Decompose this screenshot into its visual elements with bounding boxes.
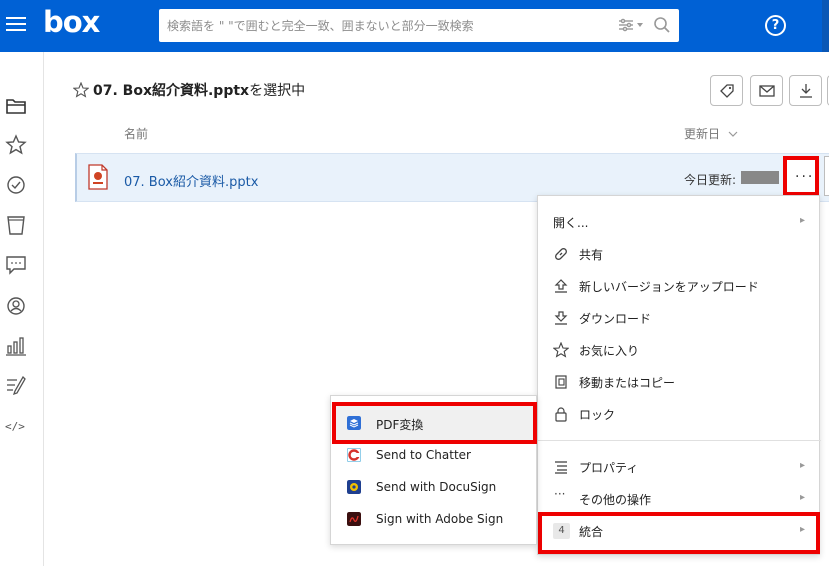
menu-item-open[interactable]: 開く... ▸: [538, 207, 821, 237]
submenu-item-label: PDF変換: [376, 418, 424, 432]
chevron-right-icon: ▸: [800, 215, 806, 226]
menu-item-upload-version[interactable]: 新しいバージョンをアップロード: [538, 271, 821, 301]
menu-item-label: 移動またはコピー: [579, 376, 676, 390]
menu-item-favorite[interactable]: お気に入り: [538, 335, 821, 365]
star-icon: [553, 342, 569, 358]
submenu-item-send-to-chatter[interactable]: Send to Chatter: [330, 440, 537, 470]
top-bar: box ?: [0, 0, 829, 52]
column-header-updated[interactable]: 更新日: [684, 125, 738, 142]
hamburger-menu-icon[interactable]: [6, 14, 26, 34]
search-icon[interactable]: [653, 16, 671, 34]
search-input[interactable]: [159, 9, 599, 42]
chevron-right-icon: ▸: [800, 492, 806, 503]
upload-icon: [554, 279, 568, 293]
chevron-down-icon: [728, 131, 738, 137]
docusign-icon: [347, 480, 361, 494]
redacted-date: [741, 171, 779, 184]
menu-item-properties[interactable]: プロパティ ▸: [538, 452, 821, 482]
submenu-item-label: Send to Chatter: [376, 448, 471, 462]
tag-icon: [720, 84, 734, 98]
more-options-button[interactable]: ···: [783, 156, 819, 196]
pdf-convert-icon: [347, 416, 361, 430]
email-button[interactable]: [750, 75, 783, 106]
menu-item-label: ロック: [579, 408, 616, 422]
ellipsis-icon: ···: [554, 487, 566, 501]
mail-icon: [759, 85, 775, 97]
user-circle-icon[interactable]: [5, 295, 27, 317]
notes-icon[interactable]: [5, 375, 27, 397]
download-icon: [800, 84, 812, 98]
download-button[interactable]: [789, 75, 822, 106]
download-icon: [554, 311, 568, 325]
tag-button[interactable]: [710, 75, 743, 106]
updated-label: 今日更新:: [684, 173, 737, 187]
favorite-star-icon[interactable]: [73, 82, 89, 98]
top-bar-edge: [822, 0, 829, 52]
folder-icon[interactable]: [5, 95, 27, 117]
pptx-file-icon: [88, 164, 108, 190]
chatter-icon: [347, 448, 361, 462]
trash-icon[interactable]: [5, 214, 27, 236]
selected-file-name: 07. Box紹介資料.pptx: [93, 83, 250, 99]
link-icon: [555, 248, 567, 260]
menu-divider: [538, 440, 821, 441]
menu-item-label: 新しいバージョンをアップロード: [579, 280, 759, 294]
menu-item-label: プロパティ: [579, 461, 639, 475]
selected-suffix: を選択中: [249, 83, 306, 99]
menu-item-move-copy[interactable]: 移動またはコピー: [538, 367, 821, 397]
menu-item-share[interactable]: 共有: [538, 239, 821, 269]
copy-icon: [555, 375, 567, 389]
row-edge-button[interactable]: [824, 156, 829, 196]
chat-icon[interactable]: [5, 254, 27, 276]
submenu-item-label: Sign with Adobe Sign: [376, 512, 504, 526]
search-filter-icon[interactable]: [617, 17, 645, 33]
help-icon[interactable]: ?: [765, 15, 786, 36]
chart-icon[interactable]: [5, 335, 27, 357]
list-icon: [555, 461, 567, 474]
code-icon[interactable]: </>: [5, 416, 35, 438]
menu-item-label: ダウンロード: [579, 312, 652, 326]
menu-item-label: その他の操作: [579, 493, 652, 507]
left-nav: </>: [0, 52, 44, 566]
submenu-item-adobe-sign[interactable]: Sign with Adobe Sign: [330, 504, 537, 534]
search-bar: [159, 9, 679, 42]
column-header-name[interactable]: 名前: [124, 125, 148, 142]
menu-item-lock[interactable]: ロック: [538, 399, 821, 429]
highlight-integrations: [538, 512, 820, 554]
adobe-sign-icon: [347, 512, 361, 526]
submenu-item-docusign[interactable]: Send with DocuSign: [330, 472, 537, 502]
menu-item-label: 開く...: [553, 216, 589, 230]
box-logo[interactable]: box: [43, 5, 100, 39]
menu-item-label: 共有: [579, 248, 604, 262]
lock-icon: [555, 407, 567, 422]
menu-item-label: お気に入り: [579, 344, 640, 358]
page-title: 07. Box紹介資料.pptxを選択中: [93, 80, 305, 100]
submenu-item-label: Send with DocuSign: [376, 480, 497, 494]
ellipsis-icon: ···: [795, 169, 815, 185]
submenu-item-pdf-convert[interactable]: PDF変換: [330, 408, 537, 438]
star-icon[interactable]: [5, 134, 27, 156]
check-circle-icon[interactable]: [5, 174, 27, 196]
chevron-right-icon: ▸: [800, 460, 806, 471]
column-header-updated-label: 更新日: [684, 127, 721, 141]
file-name-link[interactable]: 07. Box紹介資料.pptx: [124, 171, 258, 190]
integrations-submenu-items: PDF変換 Send to Chatter Send with DocuSign…: [330, 395, 537, 545]
menu-item-download[interactable]: ダウンロード: [538, 303, 821, 333]
menu-item-other-actions[interactable]: ··· その他の操作 ▸: [538, 484, 821, 514]
context-menu: 開く... ▸ 共有 新しいバージョンをアップロード ダウンロード お気に入り: [537, 195, 821, 555]
